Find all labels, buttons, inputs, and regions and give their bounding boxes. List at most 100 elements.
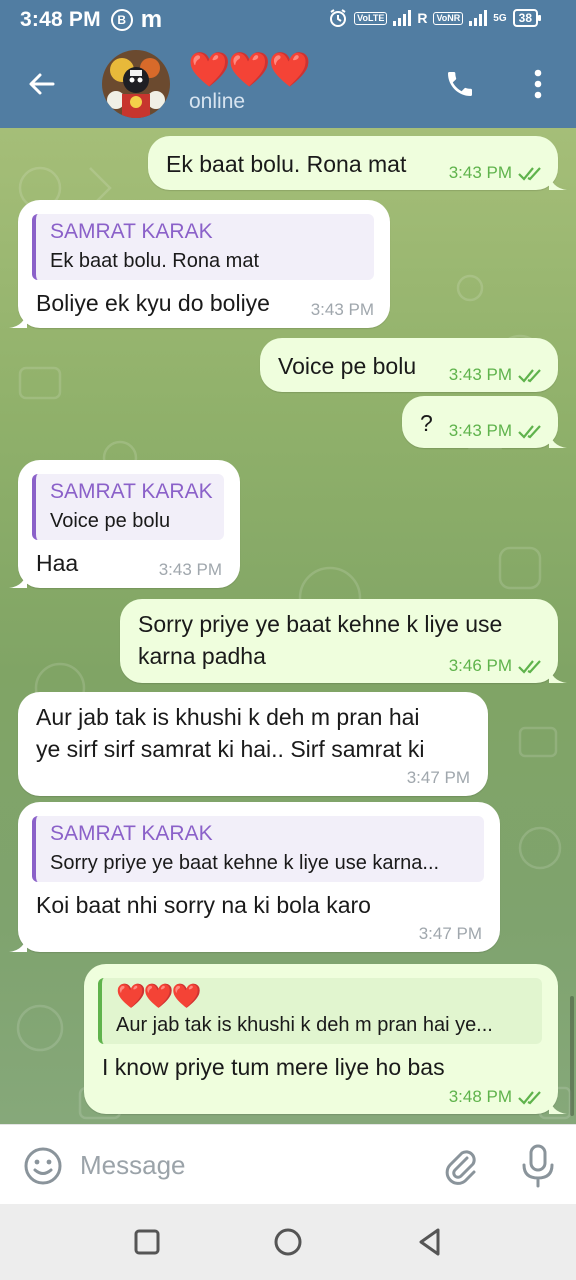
message-bubble-incoming[interactable]: SAMRAT KARAK Voice pe bolu Haa 3:43 PM: [9, 460, 240, 588]
message-meta: 3:43 PM: [159, 560, 222, 580]
signal-1-icon: [393, 10, 412, 26]
chat-title[interactable]: ❤️❤️❤️: [188, 50, 311, 90]
attach-button[interactable]: [440, 1145, 482, 1187]
smiley-icon: [24, 1147, 62, 1185]
reply-text: Ek baat bolu. Rona mat: [50, 250, 260, 272]
chat-area[interactable]: Ek baat bolu. Rona mat 3:43 PM SAMRAT KA…: [0, 128, 576, 1124]
message-text: Voice pe bolu: [278, 353, 417, 379]
arrow-left-icon: [29, 73, 55, 95]
reply-preview[interactable]: SAMRAT KARAK Ek baat bolu. Rona mat: [32, 214, 374, 280]
message-time: 3:47 PM: [418, 924, 482, 943]
message-time: 3:47 PM: [406, 768, 470, 787]
alarm-icon: [330, 9, 347, 27]
message-bubble-outgoing[interactable]: Sorry priye ye baat kehne k liye use kar…: [120, 599, 567, 683]
message-time: 3:46 PM: [448, 656, 512, 675]
chat-header: ❤️❤️❤️ online: [0, 40, 576, 128]
scrollbar[interactable]: [570, 996, 574, 1116]
microphone-icon: [522, 1144, 554, 1188]
app-m-icon: m: [140, 6, 163, 33]
message-meta: 3:43 PM: [449, 365, 544, 385]
bubble-tail: [9, 570, 27, 588]
reply-sender: ❤️❤️❤️: [116, 983, 202, 1010]
reply-sender: SAMRAT KARAK: [50, 220, 213, 243]
message-meta: 3:43 PM: [449, 421, 544, 441]
navigation-bar: [0, 1204, 576, 1280]
network-type: 5G: [493, 12, 507, 24]
avatar[interactable]: [102, 50, 170, 118]
status-time: 3:48 PM: [20, 8, 101, 31]
emoji-button[interactable]: [22, 1145, 64, 1187]
message-time: 3:43 PM: [448, 365, 512, 384]
reply-preview[interactable]: ❤️❤️❤️ Aur jab tak is khushi k deh m pra…: [98, 978, 542, 1044]
message-bubble-outgoing[interactable]: ❤️❤️❤️ Aur jab tak is khushi k deh m pra…: [84, 964, 567, 1114]
message-time: 3:43 PM: [448, 421, 512, 440]
message-input[interactable]: [80, 1143, 420, 1187]
message-bubble-outgoing[interactable]: ? 3:43 PM: [402, 396, 567, 448]
message-time: 3:43 PM: [310, 300, 374, 319]
message-bubble-outgoing[interactable]: Ek baat bolu. Rona mat 3:43 PM: [148, 136, 567, 190]
bubble-tail: [549, 1096, 567, 1114]
roaming-icon: R: [417, 10, 428, 26]
message-bubble-incoming[interactable]: SAMRAT KARAK Sorry priye ye baat kehne k…: [9, 802, 500, 952]
message-time: 3:48 PM: [448, 1087, 512, 1106]
home-button[interactable]: [268, 1222, 308, 1262]
message-text-line-2: ye sirf sirf samrat ki hai.. Sirf samrat…: [36, 736, 425, 762]
message-text: Ek baat bolu. Rona mat: [166, 151, 407, 177]
bubble-tail: [9, 310, 27, 328]
message-bubble-incoming[interactable]: SAMRAT KARAK Ek baat bolu. Rona mat Boli…: [9, 200, 390, 328]
vonr-icon: VoNR: [433, 11, 464, 25]
message-text-line-1: Sorry priye ye baat kehne k liye use: [138, 611, 503, 637]
reply-text: Sorry priye ye baat kehne k liye use kar…: [50, 852, 440, 874]
message-meta: 3:43 PM: [311, 300, 374, 320]
reply-text: Aur jab tak is khushi k deh m pran hai y…: [116, 1014, 493, 1036]
back-button[interactable]: [20, 62, 64, 106]
reply-preview[interactable]: SAMRAT KARAK Sorry priye ye baat kehne k…: [32, 816, 484, 882]
bubble-tail: [9, 934, 27, 952]
status-right-icons: VoLTE R VoNR 5G 38: [328, 8, 542, 28]
microphone-button[interactable]: [518, 1143, 558, 1189]
phone-icon: [448, 72, 472, 96]
recents-button[interactable]: [127, 1222, 167, 1262]
message-time: 3:43 PM: [158, 560, 222, 579]
message-text: Haa: [36, 550, 79, 576]
chat-status: online: [189, 90, 246, 113]
battery-icon: 38: [512, 9, 542, 27]
double-check-icon: [518, 369, 541, 383]
app-b-icon: B: [110, 9, 133, 31]
message-bubble-incoming[interactable]: Aur jab tak is khushi k deh m pran hai y…: [18, 692, 488, 796]
message-meta: 3:47 PM: [419, 924, 482, 944]
message-meta: 3:43 PM: [449, 163, 544, 183]
status-bar: 3:48 PM B m VoLTE R VoNR 5G 38: [0, 0, 576, 40]
triangle-back-icon: [419, 1228, 440, 1256]
double-check-icon: [518, 167, 541, 181]
call-button[interactable]: [440, 64, 480, 104]
message-bubble-outgoing[interactable]: Voice pe bolu 3:43 PM: [260, 338, 558, 392]
reply-sender: SAMRAT KARAK: [50, 480, 213, 503]
message-text: Koi baat nhi sorry na ki bola karo: [36, 892, 371, 918]
bubble-tail: [549, 172, 567, 190]
double-check-icon: [518, 660, 541, 674]
status-left-icons: B m: [110, 6, 163, 33]
more-options-button[interactable]: [520, 64, 556, 104]
message-meta: 3:47 PM: [407, 768, 470, 788]
message-meta: 3:48 PM: [449, 1087, 544, 1107]
signal-2-icon: [469, 10, 488, 26]
reply-sender: SAMRAT KARAK: [50, 822, 213, 845]
avatar-image: [102, 50, 170, 118]
reply-text: Voice pe bolu: [50, 510, 171, 532]
message-text: I know priye tum mere liye ho bas: [102, 1054, 445, 1080]
back-nav-button[interactable]: [410, 1222, 450, 1262]
double-check-icon: [518, 425, 541, 439]
reply-preview[interactable]: SAMRAT KARAK Voice pe bolu: [32, 474, 224, 540]
message-text-line-1: Aur jab tak is khushi k deh m pran hai: [36, 704, 420, 730]
message-meta: 3:46 PM: [449, 656, 544, 676]
bubble-tail: [549, 665, 567, 683]
more-vertical-icon: [534, 69, 542, 99]
message-composer: [0, 1124, 576, 1204]
circle-icon: [274, 1228, 302, 1256]
message-time: 3:43 PM: [448, 163, 512, 182]
message-text: ?: [420, 410, 433, 436]
paperclip-icon: [445, 1150, 476, 1185]
square-icon: [134, 1229, 160, 1255]
double-check-icon: [518, 1091, 541, 1105]
